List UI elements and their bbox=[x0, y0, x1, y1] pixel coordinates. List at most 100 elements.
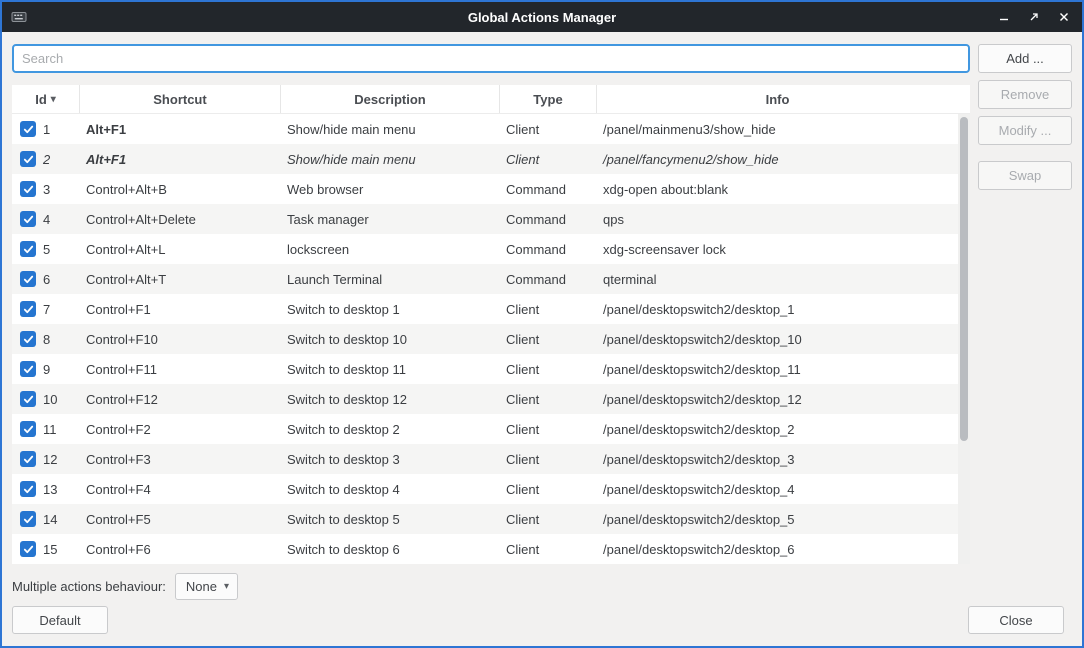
row-shortcut: Control+F4 bbox=[80, 474, 281, 504]
behaviour-label: Multiple actions behaviour: bbox=[12, 579, 166, 594]
search-input[interactable] bbox=[12, 44, 970, 73]
row-info: /panel/desktopswitch2/desktop_11 bbox=[597, 354, 958, 384]
row-id: 4 bbox=[43, 212, 50, 227]
row-info: /panel/desktopswitch2/desktop_3 bbox=[597, 444, 958, 474]
row-checkbox-checked[interactable] bbox=[20, 151, 36, 167]
row-id: 8 bbox=[43, 332, 50, 347]
row-shortcut: Control+F1 bbox=[80, 294, 281, 324]
behaviour-selected-value: None bbox=[186, 579, 217, 594]
vertical-scrollbar[interactable] bbox=[958, 114, 970, 564]
row-type: Client bbox=[500, 474, 597, 504]
row-checkbox-checked[interactable] bbox=[20, 301, 36, 317]
row-info: /panel/mainmenu3/show_hide bbox=[597, 114, 958, 144]
swap-button[interactable]: Swap bbox=[978, 161, 1072, 190]
row-description: Show/hide main menu bbox=[281, 144, 500, 174]
row-checkbox-checked[interactable] bbox=[20, 271, 36, 287]
remove-button[interactable]: Remove bbox=[978, 80, 1072, 109]
row-description: Launch Terminal bbox=[281, 264, 500, 294]
row-shortcut: Control+Alt+B bbox=[80, 174, 281, 204]
row-info: /panel/desktopswitch2/desktop_5 bbox=[597, 504, 958, 534]
column-header-id[interactable]: Id ▾ bbox=[12, 85, 80, 113]
row-shortcut: Control+F6 bbox=[80, 534, 281, 564]
add-button[interactable]: Add ... bbox=[978, 44, 1072, 73]
row-type: Client bbox=[500, 504, 597, 534]
close-window-icon[interactable] bbox=[1056, 9, 1072, 25]
row-checkbox-checked[interactable] bbox=[20, 481, 36, 497]
row-description: Switch to desktop 11 bbox=[281, 354, 500, 384]
row-id: 10 bbox=[43, 392, 57, 407]
row-type: Command bbox=[500, 264, 597, 294]
row-shortcut: Control+F2 bbox=[80, 414, 281, 444]
row-info: qps bbox=[597, 204, 958, 234]
row-description: lockscreen bbox=[281, 234, 500, 264]
row-checkbox-checked[interactable] bbox=[20, 331, 36, 347]
row-shortcut: Control+Alt+Delete bbox=[80, 204, 281, 234]
maximize-icon[interactable] bbox=[1026, 9, 1042, 25]
row-type: Client bbox=[500, 414, 597, 444]
row-id: 7 bbox=[43, 302, 50, 317]
global-actions-manager-window: Global Actions Manager Add ... Remove M bbox=[0, 0, 1084, 648]
scrollbar-thumb[interactable] bbox=[960, 117, 968, 441]
row-shortcut: Control+F3 bbox=[80, 444, 281, 474]
row-checkbox-checked[interactable] bbox=[20, 421, 36, 437]
row-info: xdg-screensaver lock bbox=[597, 234, 958, 264]
row-shortcut: Control+F11 bbox=[80, 354, 281, 384]
column-header-shortcut[interactable]: Shortcut bbox=[80, 85, 281, 113]
row-info: /panel/desktopswitch2/desktop_1 bbox=[597, 294, 958, 324]
row-id: 6 bbox=[43, 272, 50, 287]
minimize-icon[interactable] bbox=[996, 9, 1012, 25]
row-checkbox-checked[interactable] bbox=[20, 241, 36, 257]
row-info: /panel/desktopswitch2/desktop_4 bbox=[597, 474, 958, 504]
row-checkbox-checked[interactable] bbox=[20, 361, 36, 377]
row-checkbox-checked[interactable] bbox=[20, 451, 36, 467]
table-row[interactable]: 4 Control+Alt+Delete Task manager Comman… bbox=[12, 204, 958, 234]
close-button[interactable]: Close bbox=[968, 606, 1064, 634]
column-header-info[interactable]: Info bbox=[597, 85, 958, 113]
behaviour-select[interactable]: None ▾ bbox=[175, 573, 238, 600]
row-id: 14 bbox=[43, 512, 57, 527]
table-body: 1 Alt+F1 Show/hide main menu Client /pan… bbox=[12, 114, 958, 564]
row-shortcut: Control+F10 bbox=[80, 324, 281, 354]
row-id: 1 bbox=[43, 122, 50, 137]
row-info: xdg-open about:blank bbox=[597, 174, 958, 204]
row-description: Switch to desktop 3 bbox=[281, 444, 500, 474]
table-row[interactable]: 14 Control+F5 Switch to desktop 5 Client… bbox=[12, 504, 958, 534]
table-row[interactable]: 3 Control+Alt+B Web browser Command xdg-… bbox=[12, 174, 958, 204]
table-row[interactable]: 10 Control+F12 Switch to desktop 12 Clie… bbox=[12, 384, 958, 414]
row-info: /panel/fancymenu2/show_hide bbox=[597, 144, 958, 174]
row-type: Command bbox=[500, 174, 597, 204]
row-checkbox-checked[interactable] bbox=[20, 121, 36, 137]
row-checkbox-checked[interactable] bbox=[20, 181, 36, 197]
table-row[interactable]: 13 Control+F4 Switch to desktop 4 Client… bbox=[12, 474, 958, 504]
row-info: /panel/desktopswitch2/desktop_2 bbox=[597, 414, 958, 444]
table-row[interactable]: 6 Control+Alt+T Launch Terminal Command … bbox=[12, 264, 958, 294]
table-row[interactable]: 12 Control+F3 Switch to desktop 3 Client… bbox=[12, 444, 958, 474]
table-row[interactable]: 8 Control+F10 Switch to desktop 10 Clien… bbox=[12, 324, 958, 354]
row-type: Client bbox=[500, 324, 597, 354]
row-checkbox-checked[interactable] bbox=[20, 511, 36, 527]
row-checkbox-checked[interactable] bbox=[20, 541, 36, 557]
default-button[interactable]: Default bbox=[12, 606, 108, 634]
column-header-description[interactable]: Description bbox=[281, 85, 500, 113]
table-row[interactable]: 7 Control+F1 Switch to desktop 1 Client … bbox=[12, 294, 958, 324]
titlebar: Global Actions Manager bbox=[2, 2, 1082, 32]
row-id: 3 bbox=[43, 182, 50, 197]
table-row[interactable]: 11 Control+F2 Switch to desktop 2 Client… bbox=[12, 414, 958, 444]
row-id: 2 bbox=[43, 152, 50, 167]
row-id: 5 bbox=[43, 242, 50, 257]
table-row[interactable]: 1 Alt+F1 Show/hide main menu Client /pan… bbox=[12, 114, 958, 144]
row-checkbox-checked[interactable] bbox=[20, 391, 36, 407]
row-description: Show/hide main menu bbox=[281, 114, 500, 144]
row-description: Switch to desktop 12 bbox=[281, 384, 500, 414]
table-row[interactable]: 2 Alt+F1 Show/hide main menu Client /pan… bbox=[12, 144, 958, 174]
window-controls bbox=[996, 2, 1072, 32]
row-description: Switch to desktop 5 bbox=[281, 504, 500, 534]
table-row[interactable]: 15 Control+F6 Switch to desktop 6 Client… bbox=[12, 534, 958, 564]
table-row[interactable]: 9 Control+F11 Switch to desktop 11 Clien… bbox=[12, 354, 958, 384]
modify-button[interactable]: Modify ... bbox=[978, 116, 1072, 145]
row-info: qterminal bbox=[597, 264, 958, 294]
table-row[interactable]: 5 Control+Alt+L lockscreen Command xdg-s… bbox=[12, 234, 958, 264]
row-checkbox-checked[interactable] bbox=[20, 211, 36, 227]
row-shortcut: Control+F5 bbox=[80, 504, 281, 534]
column-header-type[interactable]: Type bbox=[500, 85, 597, 113]
